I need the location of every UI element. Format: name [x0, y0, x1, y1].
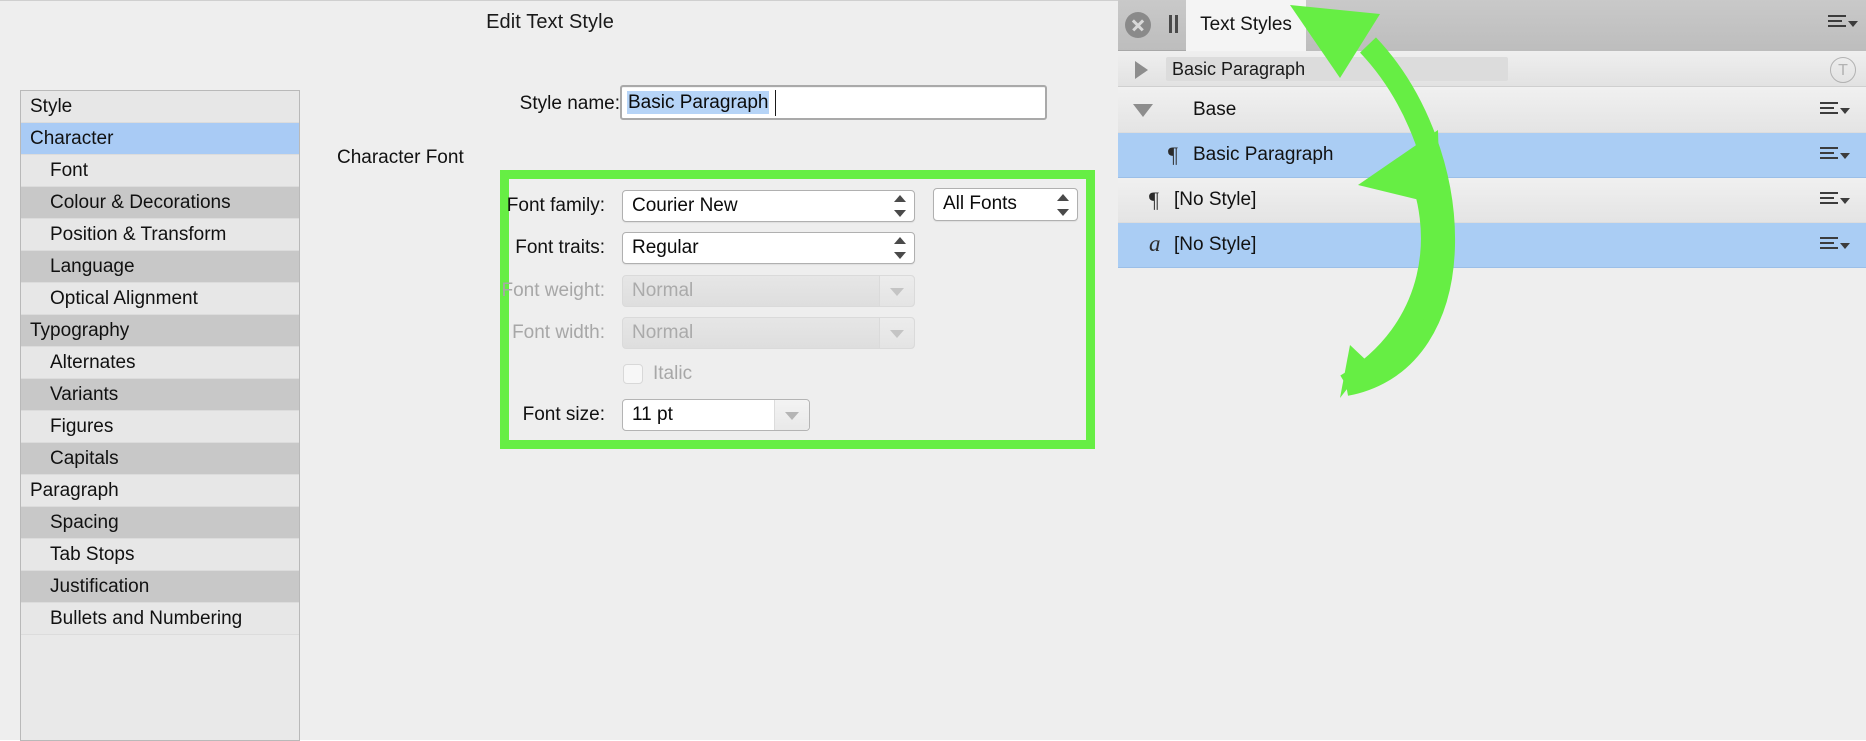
italic-label: Italic [653, 363, 693, 384]
font-weight-label: Font weight: [501, 280, 606, 301]
sidebar-item-style[interactable]: Style [21, 91, 299, 123]
sidebar-item-label: Spacing [50, 512, 119, 533]
search-input[interactable]: Basic Paragraph [1166, 57, 1508, 81]
sidebar-item-label: Position & Transform [50, 224, 227, 245]
sidebar-item-spacing[interactable]: Spacing [21, 507, 299, 539]
styles-list[interactable]: Base ¶ Basic Paragraph ¶ [No Style] a [N… [1118, 88, 1866, 740]
sidebar-item-tab-stops[interactable]: Tab Stops [21, 539, 299, 571]
list-item[interactable]: ¶ [No Style] [1118, 178, 1866, 223]
row-menu-icon[interactable] [1820, 235, 1850, 255]
list-item-label: [No Style] [1174, 189, 1257, 210]
font-width-label: Font width: [512, 322, 605, 343]
screenshot-root: Edit Text Style Style Character Font Col… [0, 0, 1866, 741]
sidebar-item-label: Character [30, 128, 114, 149]
font-scope-stepper-icon[interactable] [1057, 193, 1069, 216]
sidebar-item-alternates[interactable]: Alternates [21, 347, 299, 379]
style-name-label: Style name: [519, 93, 620, 114]
font-weight-chevron-down-icon [879, 276, 914, 306]
a-glyph-icon: a [1149, 231, 1161, 256]
sidebar-item-justification[interactable]: Justification [21, 571, 299, 603]
chevron-right-icon[interactable] [1135, 61, 1148, 79]
font-family-combobox[interactable]: Courier New [622, 190, 915, 222]
pilcrow-icon: ¶ [1168, 142, 1178, 167]
close-icon[interactable] [1125, 12, 1151, 38]
font-weight-value: Normal [632, 280, 694, 301]
tab-bar-empty-area [1306, 0, 1866, 51]
dialog-sidebar[interactable]: Style Character Font Colour & Decoration… [20, 90, 300, 741]
tab-text-styles[interactable]: Text Styles [1186, 0, 1306, 51]
sidebar-item-position-transform[interactable]: Position & Transform [21, 219, 299, 251]
font-family-stepper-icon[interactable] [894, 195, 906, 217]
panel-menu-icon[interactable] [1828, 13, 1858, 35]
font-traits-value: Regular [632, 237, 699, 258]
sidebar-item-label: Justification [50, 576, 150, 597]
sidebar-item-label: Colour & Decorations [50, 192, 231, 213]
font-traits-label: Font traits: [515, 237, 605, 258]
font-traits-combobox[interactable]: Regular [622, 232, 915, 264]
font-width-popup: Normal [622, 317, 915, 349]
sidebar-item-typography[interactable]: Typography [21, 315, 299, 347]
font-width-chevron-down-icon [879, 318, 914, 348]
pilcrow-icon: ¶ [1149, 187, 1159, 212]
sidebar-item-label: Capitals [50, 448, 119, 469]
list-item[interactable]: a [No Style] [1118, 223, 1866, 268]
sidebar-item-variants[interactable]: Variants [21, 379, 299, 411]
list-item-label: Base [1193, 99, 1237, 120]
italic-checkbox [623, 364, 643, 384]
font-size-chevron-down-icon[interactable] [774, 400, 809, 430]
sidebar-item-label: Font [50, 160, 89, 181]
font-weight-popup: Normal [622, 275, 915, 307]
search-input-value: Basic Paragraph [1172, 59, 1306, 79]
font-scope-value: All Fonts [943, 193, 1017, 214]
font-traits-stepper-icon[interactable] [894, 237, 906, 259]
sidebar-item-label: Style [30, 96, 73, 117]
font-width-value: Normal [632, 322, 694, 343]
list-item-label: [No Style] [1174, 234, 1257, 255]
row-menu-icon[interactable] [1820, 190, 1850, 210]
sidebar-item-character[interactable]: Character [21, 123, 299, 155]
sidebar-item-label: Typography [30, 320, 130, 341]
pause-icon[interactable] [1166, 15, 1180, 33]
sidebar-item-language[interactable]: Language [21, 251, 299, 283]
panel-tab-bar: Text Styles [1118, 0, 1866, 51]
list-item-label: Basic Paragraph [1193, 144, 1334, 165]
font-family-value: Courier New [632, 195, 738, 216]
dialog-title: Edit Text Style [486, 11, 614, 33]
list-item[interactable]: ¶ Basic Paragraph [1118, 133, 1866, 178]
sidebar-item-label: Paragraph [30, 480, 119, 501]
sidebar-item-label: Figures [50, 416, 114, 437]
list-item[interactable]: Base [1118, 88, 1866, 133]
sidebar-item-label: Language [50, 256, 135, 277]
font-family-label: Font family: [506, 195, 605, 216]
sidebar-item-font[interactable]: Font [21, 155, 299, 187]
sidebar-item-bullets-and-numbering[interactable]: Bullets and Numbering [21, 603, 299, 635]
character-font-heading: Character Font [337, 147, 464, 168]
sidebar-item-label: Bullets and Numbering [50, 608, 243, 629]
font-scope-combobox[interactable]: All Fonts [933, 188, 1078, 221]
sidebar-item-capitals[interactable]: Capitals [21, 443, 299, 475]
sidebar-item-label: Optical Alignment [50, 288, 198, 309]
font-size-value: 11 pt [632, 404, 673, 425]
panel-search-row: Basic Paragraph [1118, 51, 1866, 87]
style-name-value: Basic Paragraph [627, 91, 770, 114]
edit-text-style-dialog: Edit Text Style Style Character Font Col… [0, 0, 1118, 741]
sidebar-item-label: Alternates [50, 352, 136, 373]
text-styles-panel: Text Styles Basic Paragraph T Base ¶ Bas… [1118, 0, 1866, 740]
tab-text-styles-label: Text Styles [1200, 14, 1292, 35]
sidebar-item-label: Variants [50, 384, 119, 405]
chevron-down-icon[interactable] [1133, 104, 1153, 117]
font-size-label: Font size: [522, 404, 605, 425]
style-name-input[interactable]: Basic Paragraph [620, 85, 1047, 120]
row-menu-icon[interactable] [1820, 100, 1850, 120]
sidebar-item-figures[interactable]: Figures [21, 411, 299, 443]
text-tool-badge[interactable]: T [1830, 57, 1856, 83]
sidebar-item-colour-decorations[interactable]: Colour & Decorations [21, 187, 299, 219]
sidebar-item-label: Tab Stops [50, 544, 135, 565]
sidebar-item-paragraph[interactable]: Paragraph [21, 475, 299, 507]
text-caret [775, 90, 776, 116]
sidebar-item-optical-alignment[interactable]: Optical Alignment [21, 283, 299, 315]
font-size-popup[interactable]: 11 pt [622, 399, 810, 431]
row-menu-icon[interactable] [1820, 145, 1850, 165]
